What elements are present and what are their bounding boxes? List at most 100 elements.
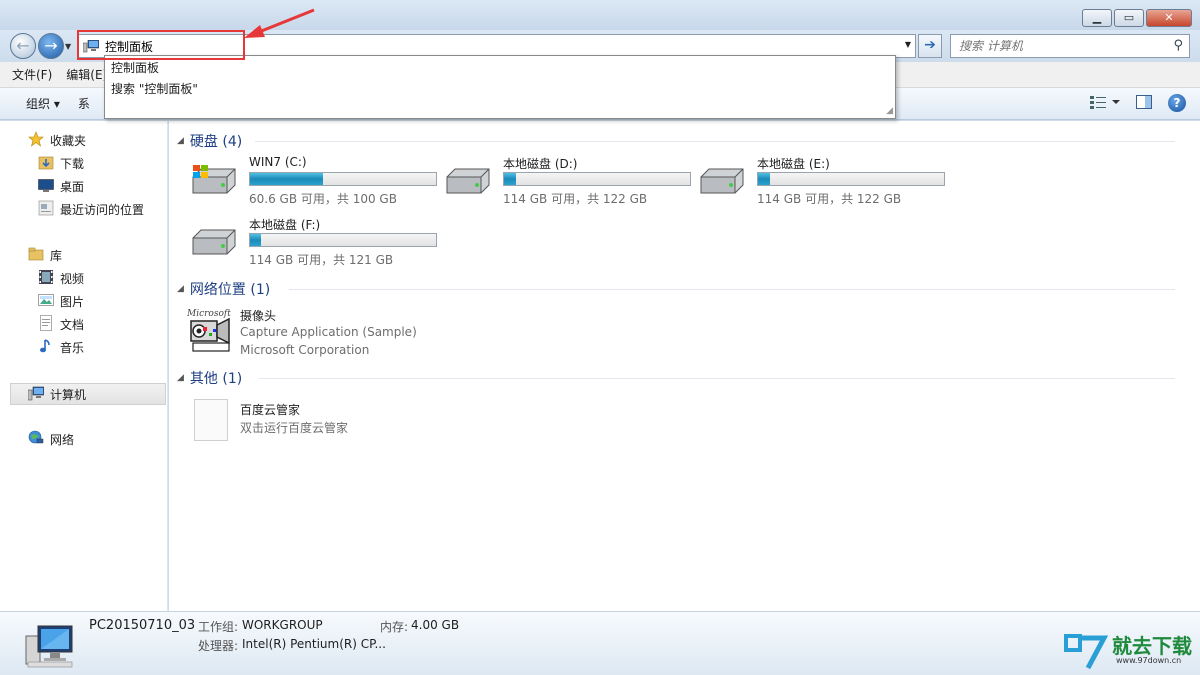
sidebar-item-downloads[interactable]: 下载 xyxy=(38,153,84,173)
other-item-description: 双击运行百度云管家 xyxy=(240,421,349,435)
sidebar-label: 库 xyxy=(50,249,63,263)
sidebar-label: 下载 xyxy=(60,156,85,171)
hard-drive-icon xyxy=(189,224,237,258)
watermark-brand: 就去下载 xyxy=(1112,634,1192,658)
sidebar-computer[interactable]: 计算机 xyxy=(27,385,87,404)
sidebar-label: 收藏夹 xyxy=(50,134,87,148)
sidebar-item-pictures[interactable]: 图片 xyxy=(38,291,84,311)
drive-item[interactable]: WIN7 (C:) 60.6 GB 可用，共 100 GB xyxy=(187,153,437,209)
drive-space-info: 114 GB 可用，共 121 GB xyxy=(249,253,394,267)
memory-label: 内存: xyxy=(380,620,409,634)
sidebar-favorites[interactable]: 收藏夹 xyxy=(28,131,86,150)
folder-download-icon xyxy=(38,154,54,173)
help-icon[interactable]: ? xyxy=(1168,94,1186,112)
maximize-button[interactable]: ▭ xyxy=(1114,9,1144,27)
sidebar-label: 计算机 xyxy=(50,388,87,402)
desktop-icon xyxy=(38,177,54,196)
sidebar-item-desktop[interactable]: 桌面 xyxy=(38,176,84,196)
sidebar-item-recent[interactable]: 最近访问的位置 xyxy=(38,199,144,219)
drive-usage-fill xyxy=(250,234,261,246)
section-divider xyxy=(255,141,1175,142)
sidebar-item-documents[interactable]: 文档 xyxy=(38,314,84,334)
drive-space-info: 114 GB 可用，共 122 GB xyxy=(503,192,648,206)
collapse-icon[interactable]: ◢ xyxy=(177,284,184,294)
computer-icon xyxy=(27,385,45,404)
recent-places-icon xyxy=(38,200,54,219)
arrow-right-icon: → xyxy=(44,36,58,55)
network-icon xyxy=(28,430,44,449)
drive-usage-bar xyxy=(249,172,437,186)
menu-file[interactable]: 文件(F) xyxy=(12,66,52,83)
sidebar-label: 图片 xyxy=(60,294,85,309)
drive-usage-bar xyxy=(249,233,437,247)
memory-value: 4.00 GB xyxy=(411,618,460,632)
forward-button[interactable]: → xyxy=(38,33,64,59)
drive-item[interactable]: 本地磁盘 (F:) 114 GB 可用，共 121 GB xyxy=(187,214,437,270)
address-dropdown-icon[interactable]: ▼ xyxy=(905,40,911,49)
sidebar-libraries[interactable]: 库 xyxy=(28,246,62,265)
document-icon xyxy=(38,314,54,334)
watermark-url: www.97down.cn xyxy=(1116,656,1182,665)
suggestion-item[interactable]: 搜索 "控制面板" xyxy=(105,77,895,98)
other-item-baidu[interactable]: 百度云管家 双击运行百度云管家 xyxy=(194,399,494,443)
go-button[interactable]: ➔ xyxy=(918,34,942,58)
watermark: 就去下载 www.97down.cn xyxy=(1064,630,1194,670)
cpu-value: Intel(R) Pentium(R) CP... xyxy=(242,637,386,651)
network-item-company: Microsoft Corporation xyxy=(240,343,370,357)
sidebar-item-music[interactable]: 音乐 xyxy=(38,337,84,357)
library-icon xyxy=(28,246,44,265)
details-pane: PC20150710_03 工作组: WORKGROUP 内存: 4.00 GB… xyxy=(0,611,1200,675)
section-hard-drives[interactable]: ◢ 硬盘 (4) xyxy=(177,131,1177,151)
arrow-left-icon: ← xyxy=(16,36,30,55)
workgroup-label: 工作组: xyxy=(198,620,239,634)
watermark-logo xyxy=(1064,630,1109,670)
camera-icon: Microsoft xyxy=(186,307,235,355)
minimize-button[interactable]: ▁ xyxy=(1082,9,1112,27)
drive-usage-bar xyxy=(503,172,691,186)
other-item-name: 百度云管家 xyxy=(240,403,301,417)
collapse-icon[interactable]: ◢ xyxy=(177,136,184,146)
drive-usage-bar xyxy=(757,172,945,186)
resize-grip-icon[interactable]: ◢ xyxy=(886,106,893,116)
recent-pages-dropdown[interactable]: ▼ xyxy=(65,42,71,51)
sidebar-label: 文档 xyxy=(60,317,85,332)
menu-edit[interactable]: 编辑(E) xyxy=(66,66,107,83)
sidebar-label: 音乐 xyxy=(60,340,85,355)
system-properties-button[interactable]: 系 xyxy=(78,95,90,112)
sidebar-item-videos[interactable]: 视频 xyxy=(38,268,84,288)
back-button[interactable]: ← xyxy=(10,33,36,59)
drive-name: 本地磁盘 (D:) xyxy=(503,157,578,171)
navigation-pane: 收藏夹 下载 桌面 最近访问的位置 库 视频 图片 文档 音乐 计算机 网络 xyxy=(0,121,168,611)
sidebar-network[interactable]: 网络 xyxy=(28,430,74,449)
section-divider xyxy=(289,289,1175,290)
network-item-name: 摄像头 xyxy=(240,309,277,323)
collapse-icon[interactable]: ◢ xyxy=(177,373,184,383)
drive-item[interactable]: 本地磁盘 (D:) 114 GB 可用，共 122 GB xyxy=(441,153,691,209)
search-icon[interactable]: ⚲ xyxy=(1173,38,1183,53)
search-box[interactable]: ⚲ xyxy=(950,34,1190,58)
camera-logo-text: Microsoft xyxy=(187,309,231,319)
blank-file-icon xyxy=(194,399,228,441)
preview-pane-icon[interactable] xyxy=(1136,94,1152,112)
music-icon xyxy=(38,338,54,357)
annotation-arrow-icon xyxy=(244,8,315,38)
section-title: 硬盘 (4) xyxy=(189,134,243,150)
search-input[interactable] xyxy=(959,39,1159,53)
network-item-camera[interactable]: Microsoft 摄像头 Capture Application (Sampl… xyxy=(186,307,487,357)
title-bar: ▁ ▭ ✕ xyxy=(0,0,1200,30)
hard-drive-icon xyxy=(697,163,745,197)
sidebar-label: 网络 xyxy=(50,433,75,447)
computer-large-icon xyxy=(24,622,74,668)
drive-usage-fill xyxy=(250,173,324,185)
section-network-locations[interactable]: ◢ 网络位置 (1) xyxy=(177,279,1177,299)
star-icon xyxy=(28,131,44,150)
close-button[interactable]: ✕ xyxy=(1146,9,1192,27)
network-item-description: Capture Application (Sample) xyxy=(240,325,417,339)
sidebar-label: 视频 xyxy=(60,271,85,286)
drive-name: WIN7 (C:) xyxy=(249,155,307,169)
organize-button[interactable]: 组织 ▾ xyxy=(26,95,60,112)
section-other[interactable]: ◢ 其他 (1) xyxy=(177,368,1177,388)
drive-space-info: 114 GB 可用，共 122 GB xyxy=(757,192,902,206)
view-options-icon[interactable] xyxy=(1090,95,1120,112)
drive-item[interactable]: 本地磁盘 (E:) 114 GB 可用，共 122 GB xyxy=(695,153,945,209)
